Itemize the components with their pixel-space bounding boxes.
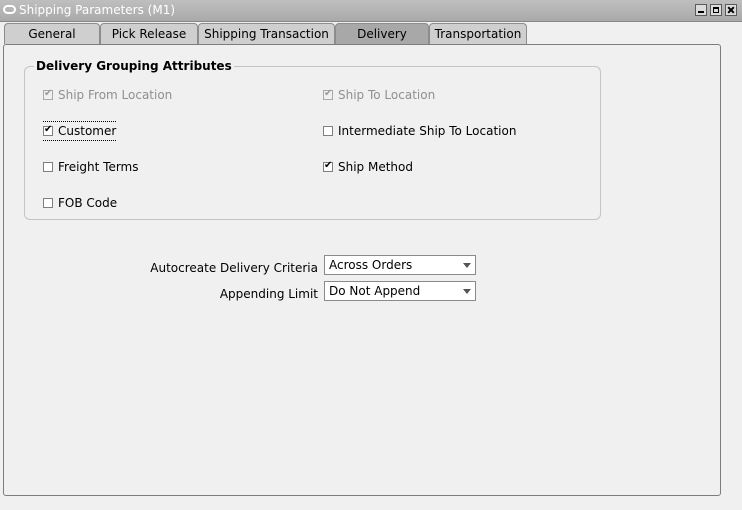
checkbox-label: Freight Terms xyxy=(58,160,139,174)
checkbox-label: FOB Code xyxy=(58,196,118,210)
select-value: Across Orders xyxy=(329,258,413,272)
checkbox-intermediate-ship-to-location[interactable]: Intermediate Ship To Location xyxy=(323,124,516,138)
checkbox-ship-from-location: Ship From Location xyxy=(43,88,172,102)
checkbox-label: Customer xyxy=(58,124,117,138)
autocreate-delivery-criteria-label: Autocreate Delivery Criteria xyxy=(150,261,318,275)
checkbox-box-icon xyxy=(43,162,53,172)
appending-limit-label: Appending Limit xyxy=(219,287,318,301)
checkbox-check-icon xyxy=(43,124,53,136)
tab-transportation[interactable]: Transportation xyxy=(429,23,527,44)
tab-shipping-transaction[interactable]: Shipping Transaction xyxy=(198,23,335,44)
chevron-down-icon[interactable] xyxy=(463,289,471,294)
checkbox-label: Ship From Location xyxy=(58,88,173,102)
checkbox-check-icon xyxy=(43,88,53,100)
select-value: Do Not Append xyxy=(329,284,421,298)
checkbox-ship-to-location: Ship To Location xyxy=(323,88,435,102)
appending-limit-select[interactable]: Do Not Append xyxy=(324,281,476,301)
chevron-down-icon[interactable] xyxy=(463,263,471,268)
checkbox-label: Intermediate Ship To Location xyxy=(338,124,517,138)
window-titlebar: Shipping Parameters (M1) xyxy=(0,0,742,22)
checkbox-freight-terms[interactable]: Freight Terms xyxy=(43,160,139,174)
minimize-icon[interactable] xyxy=(695,4,707,16)
checkbox-customer[interactable]: Customer xyxy=(43,121,117,141)
oracle-app-icon xyxy=(3,5,16,14)
autocreate-delivery-criteria-select[interactable]: Across Orders xyxy=(324,255,476,275)
tab-general[interactable]: General xyxy=(4,23,100,44)
tab-pick-release[interactable]: Pick Release xyxy=(100,23,198,44)
group-title: Delivery Grouping Attributes xyxy=(34,59,234,73)
checkbox-fob-code[interactable]: FOB Code xyxy=(43,196,117,210)
checkbox-box-icon xyxy=(323,126,333,136)
checkbox-check-icon xyxy=(323,88,333,100)
checkbox-check-icon xyxy=(323,160,333,172)
tab-delivery[interactable]: Delivery xyxy=(335,23,429,45)
checkbox-ship-method[interactable]: Ship Method xyxy=(323,160,413,174)
maximize-icon[interactable] xyxy=(710,4,722,16)
checkbox-label: Ship Method xyxy=(338,160,413,174)
checkbox-label: Ship To Location xyxy=(338,88,436,102)
close-icon[interactable] xyxy=(725,4,737,16)
checkbox-box-icon xyxy=(43,198,53,208)
window-title: Shipping Parameters (M1) xyxy=(19,3,176,17)
